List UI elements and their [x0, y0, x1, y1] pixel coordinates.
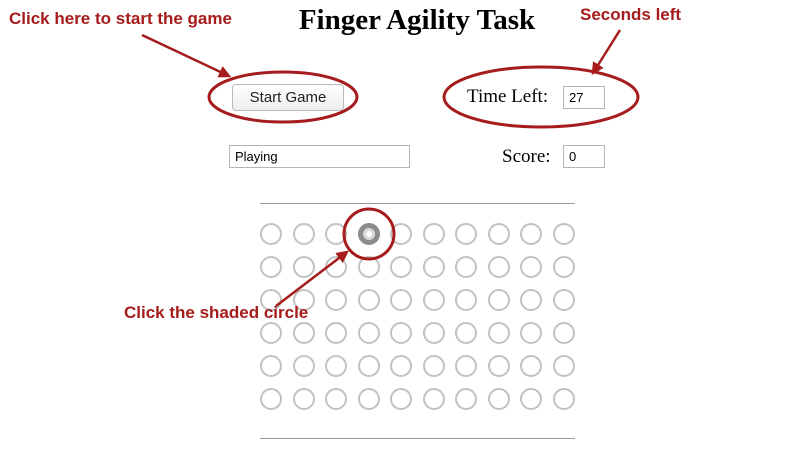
grid-circle[interactable] [357, 289, 380, 311]
grid-top-divider [260, 203, 575, 204]
grid-circle[interactable] [552, 256, 575, 278]
grid-circle[interactable] [292, 322, 315, 344]
grid-circle[interactable] [260, 223, 282, 245]
grid-circle[interactable] [325, 256, 347, 278]
grid-circle[interactable] [292, 223, 315, 245]
grid-circle[interactable] [292, 355, 315, 377]
start-hint-annotation: Click here to start the game [9, 9, 232, 28]
grid-bottom-divider [260, 438, 575, 439]
grid-circle[interactable] [390, 289, 412, 311]
grid-circle[interactable] [455, 289, 477, 311]
grid-circle[interactable] [260, 388, 282, 410]
grid-circle[interactable] [260, 256, 282, 278]
score-field[interactable]: 0 [563, 145, 605, 168]
grid-circle[interactable] [390, 355, 412, 377]
grid-circle[interactable] [325, 322, 347, 344]
grid-circle[interactable] [422, 388, 445, 410]
grid-circle[interactable] [520, 322, 542, 344]
grid-circle[interactable] [455, 223, 477, 245]
grid-circle[interactable] [357, 355, 380, 377]
grid-circle[interactable] [292, 388, 315, 410]
grid-circle[interactable] [487, 256, 510, 278]
circle-hint-annotation: Click the shaded circle [124, 303, 309, 322]
grid-circle[interactable] [487, 223, 510, 245]
grid-circle[interactable] [520, 223, 542, 245]
grid-circle[interactable] [325, 388, 347, 410]
grid-circle[interactable] [487, 322, 510, 344]
grid-circle[interactable] [520, 355, 542, 377]
score-label: Score: [502, 146, 551, 167]
grid-circle[interactable] [455, 322, 477, 344]
grid-circle[interactable] [552, 289, 575, 311]
grid-circle[interactable] [487, 355, 510, 377]
grid-circle[interactable] [552, 355, 575, 377]
grid-circle[interactable] [552, 223, 575, 245]
grid-circle[interactable] [357, 256, 380, 278]
grid-circle[interactable] [390, 223, 412, 245]
time-left-label: Time Left: [467, 86, 549, 107]
grid-circle[interactable] [422, 223, 445, 245]
grid-circle[interactable] [422, 289, 445, 311]
grid-circle[interactable] [520, 256, 542, 278]
start-game-button[interactable]: Start Game [232, 84, 344, 111]
grid-circle[interactable] [357, 322, 380, 344]
grid-circle[interactable] [292, 256, 315, 278]
grid-circle[interactable] [422, 355, 445, 377]
grid-circle[interactable] [325, 223, 347, 245]
grid-circle[interactable] [487, 388, 510, 410]
grid-circle[interactable] [260, 355, 282, 377]
grid-circle[interactable] [422, 256, 445, 278]
grid-circle[interactable] [552, 322, 575, 344]
grid-circle[interactable] [422, 322, 445, 344]
grid-circle[interactable] [357, 388, 380, 410]
grid-circle[interactable] [455, 355, 477, 377]
grid-circle[interactable] [325, 289, 347, 311]
grid-circle[interactable] [552, 388, 575, 410]
status-field[interactable]: Playing [229, 145, 410, 168]
time-left-field[interactable]: 27 [563, 86, 605, 109]
grid-circle[interactable] [390, 322, 412, 344]
start-arrow [141, 33, 232, 78]
grid-circle[interactable] [325, 355, 347, 377]
grid-circle[interactable] [260, 322, 282, 344]
grid-circle[interactable] [390, 256, 412, 278]
grid-circle[interactable] [455, 388, 477, 410]
grid-circle[interactable] [390, 388, 412, 410]
shaded-target-circle[interactable] [357, 223, 380, 245]
grid-circle[interactable] [487, 289, 510, 311]
seconds-hint-annotation: Seconds left [580, 5, 682, 24]
grid-circle[interactable] [520, 289, 542, 311]
grid-circle[interactable] [520, 388, 542, 410]
grid-circle[interactable] [455, 256, 477, 278]
